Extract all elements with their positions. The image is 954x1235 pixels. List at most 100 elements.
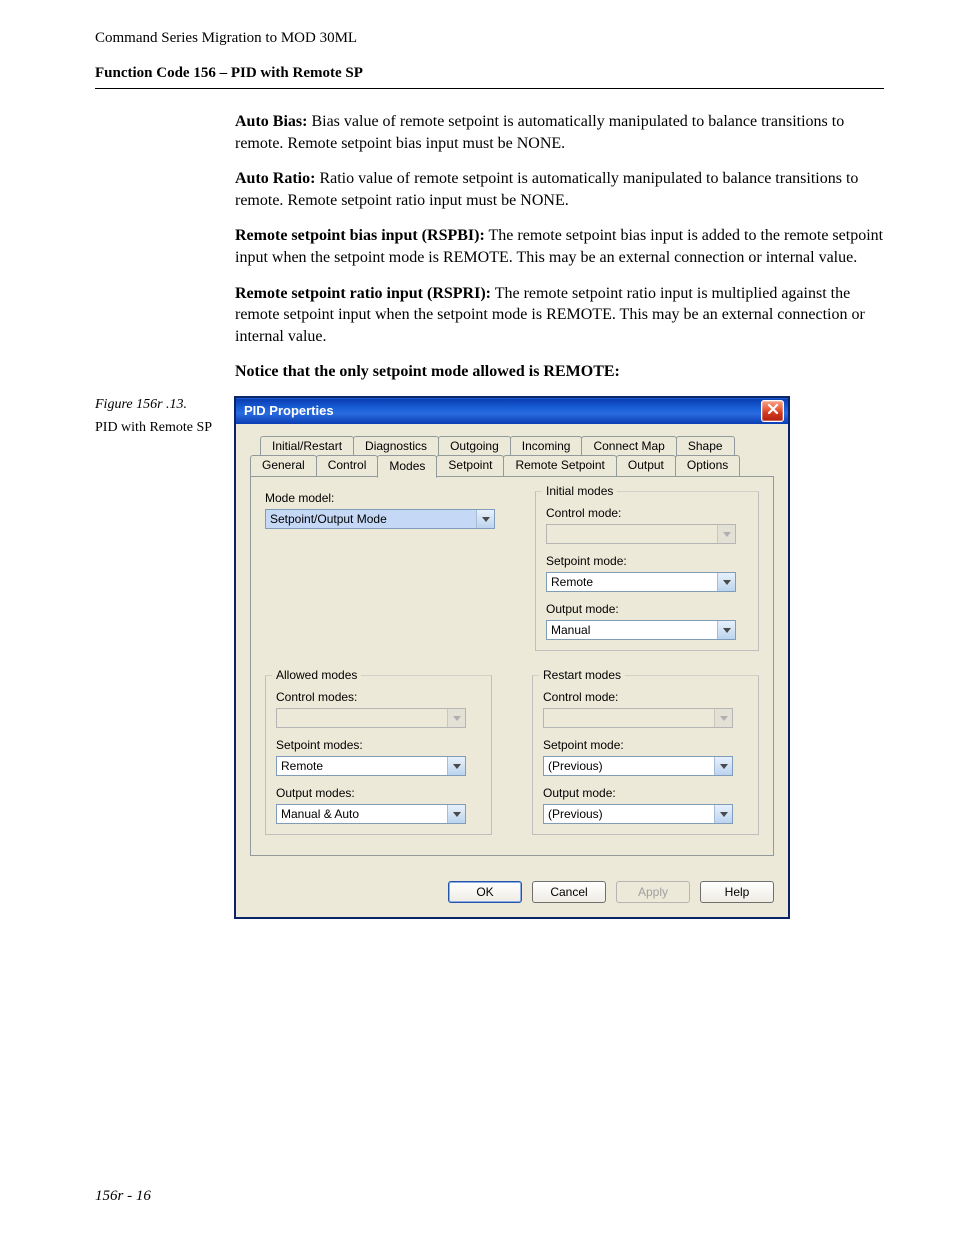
allowed-modes-group: Allowed modes Control modes: Setpoint mo…: [265, 675, 492, 835]
allowed-modes-legend: Allowed modes: [272, 668, 361, 682]
restart-modes-group: Restart modes Control mode: Setpoint mod…: [532, 675, 759, 835]
chevron-down-icon: [453, 711, 461, 725]
restart-control-dropdown: [543, 708, 733, 728]
dialog-body: Initial/Restart Diagnostics Outgoing Inc…: [236, 424, 788, 871]
restart-output-value: (Previous): [544, 805, 714, 823]
header-rule: [95, 88, 884, 89]
restart-control-label: Control mode:: [543, 690, 748, 704]
chevron-down-icon: [723, 623, 731, 637]
tab-diagnostics[interactable]: Diagnostics: [353, 436, 439, 456]
para-auto-ratio-text: Ratio value of remote setpoint is automa…: [235, 170, 858, 209]
chevron-down-icon: [453, 807, 461, 821]
initial-output-dropdown-button[interactable]: [717, 621, 735, 639]
tab-general[interactable]: General: [250, 455, 317, 477]
restart-control-value: [544, 709, 714, 727]
tab-options[interactable]: Options: [675, 455, 740, 477]
tab-panel-modes: Mode model: Setpoint/Output Mode: [250, 476, 774, 856]
tab-incoming[interactable]: Incoming: [510, 436, 583, 456]
tab-outgoing[interactable]: Outgoing: [438, 436, 511, 456]
restart-output-label: Output mode:: [543, 786, 748, 800]
allowed-setpoint-dropdown-button[interactable]: [447, 757, 465, 775]
restart-output-dropdown[interactable]: (Previous): [543, 804, 733, 824]
mode-model-dropdown[interactable]: Setpoint/Output Mode: [265, 509, 495, 529]
restart-modes-legend: Restart modes: [539, 668, 625, 682]
initial-control-dropdown: [546, 524, 736, 544]
dialog-titlebar[interactable]: PID Properties: [236, 398, 788, 424]
initial-setpoint-label: Setpoint mode:: [546, 554, 748, 568]
para-notice-text: Notice that the only setpoint mode allow…: [235, 363, 620, 380]
para-rspbi-term: Remote setpoint bias input (RSPBI):: [235, 227, 485, 244]
chevron-down-icon: [482, 512, 490, 526]
page-number: 156r - 16: [95, 1188, 884, 1205]
para-notice: Notice that the only setpoint mode allow…: [235, 361, 884, 383]
initial-output-value: Manual: [547, 621, 717, 639]
body-row-figure: Figure 156r .13. PID with Remote SP PID …: [95, 397, 884, 918]
initial-setpoint-dropdown-button[interactable]: [717, 573, 735, 591]
tab-strip: Initial/Restart Diagnostics Outgoing Inc…: [250, 436, 774, 857]
chevron-down-icon: [723, 527, 731, 541]
allowed-output-value: Manual & Auto: [277, 805, 447, 823]
pid-properties-dialog: PID Properties Initial/Restart Diagnosti…: [235, 397, 789, 918]
para-rspri-term: Remote setpoint ratio input (RSPRI):: [235, 285, 491, 302]
restart-setpoint-dropdown[interactable]: (Previous): [543, 756, 733, 776]
restart-setpoint-label: Setpoint mode:: [543, 738, 748, 752]
para-rspri: Remote setpoint ratio input (RSPRI): The…: [235, 283, 884, 348]
para-auto-bias-text: Bias value of remote setpoint is automat…: [235, 113, 844, 152]
tab-row-back: Initial/Restart Diagnostics Outgoing Inc…: [260, 436, 774, 456]
tab-remote-setpoint[interactable]: Remote Setpoint: [503, 455, 616, 477]
dialog-title: PID Properties: [244, 403, 761, 418]
mode-model-label: Mode model:: [265, 491, 495, 505]
initial-control-value: [547, 525, 717, 543]
allowed-output-dropdown[interactable]: Manual & Auto: [276, 804, 466, 824]
restart-setpoint-dropdown-button[interactable]: [714, 757, 732, 775]
figure-caption: PID with Remote SP: [95, 419, 235, 437]
para-auto-bias: Auto Bias: Bias value of remote setpoint…: [235, 111, 884, 154]
section-title: Function Code 156 – PID with Remote SP: [95, 65, 884, 82]
para-auto-ratio-term: Auto Ratio:: [235, 170, 315, 187]
ok-button[interactable]: OK: [448, 881, 522, 903]
mode-model-dropdown-button[interactable]: [476, 510, 494, 528]
apply-button: Apply: [616, 881, 690, 903]
help-button[interactable]: Help: [700, 881, 774, 903]
initial-setpoint-dropdown[interactable]: Remote: [546, 572, 736, 592]
allowed-setpoint-label: Setpoint modes:: [276, 738, 481, 752]
tab-row-front: General Control Modes Setpoint Remote Se…: [250, 455, 774, 477]
tab-setpoint[interactable]: Setpoint: [436, 455, 504, 477]
initial-modes-group: Initial modes Control mode: Setpoint mod…: [535, 491, 759, 651]
figure-label: Figure 156r .13.: [95, 397, 235, 413]
restart-setpoint-value: (Previous): [544, 757, 714, 775]
para-rspbi: Remote setpoint bias input (RSPBI): The …: [235, 225, 884, 268]
chevron-down-icon: [720, 807, 728, 821]
tab-initial-restart[interactable]: Initial/Restart: [260, 436, 354, 456]
initial-control-label: Control mode:: [546, 506, 748, 520]
initial-output-dropdown[interactable]: Manual: [546, 620, 736, 640]
page: Command Series Migration to MOD 30ML Fun…: [0, 0, 954, 1235]
initial-output-label: Output mode:: [546, 602, 748, 616]
restart-output-dropdown-button[interactable]: [714, 805, 732, 823]
initial-modes-legend: Initial modes: [542, 484, 617, 498]
allowed-control-label: Control modes:: [276, 690, 481, 704]
chevron-down-icon: [723, 575, 731, 589]
allowed-setpoint-dropdown[interactable]: Remote: [276, 756, 466, 776]
running-head: Command Series Migration to MOD 30ML: [95, 30, 884, 47]
close-icon: [767, 403, 779, 418]
para-auto-bias-term: Auto Bias:: [235, 113, 307, 130]
tab-control[interactable]: Control: [316, 455, 379, 477]
mode-model-value: Setpoint/Output Mode: [266, 510, 476, 528]
cancel-button[interactable]: Cancel: [532, 881, 606, 903]
allowed-output-dropdown-button[interactable]: [447, 805, 465, 823]
tab-modes[interactable]: Modes: [377, 455, 437, 478]
tab-connect-map[interactable]: Connect Map: [581, 436, 676, 456]
allowed-control-value: [277, 709, 447, 727]
chevron-down-icon: [720, 759, 728, 773]
allowed-control-dropdown: [276, 708, 466, 728]
tab-output[interactable]: Output: [616, 455, 676, 477]
chevron-down-icon: [453, 759, 461, 773]
body-row-text: Auto Bias: Bias value of remote setpoint…: [95, 111, 884, 397]
allowed-setpoint-value: Remote: [277, 757, 447, 775]
initial-setpoint-value: Remote: [547, 573, 717, 591]
chevron-down-icon: [720, 711, 728, 725]
close-button[interactable]: [761, 400, 784, 422]
allowed-output-label: Output modes:: [276, 786, 481, 800]
tab-shape[interactable]: Shape: [676, 436, 735, 456]
